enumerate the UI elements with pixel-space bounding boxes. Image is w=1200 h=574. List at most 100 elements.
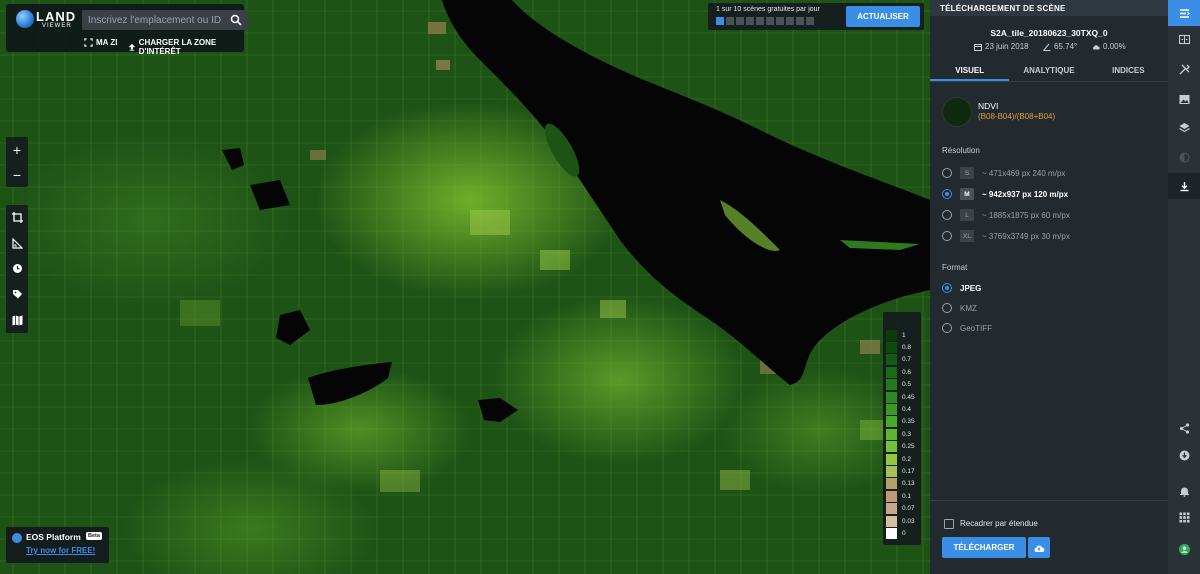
tools-button[interactable]	[1168, 56, 1200, 82]
globe-icon	[16, 10, 34, 28]
tab-visuel[interactable]: VISUEL	[930, 59, 1010, 81]
legend-swatch	[886, 466, 897, 478]
tab-analytique[interactable]: ANALYTIQUE	[1009, 59, 1088, 81]
panel-title: TÉLÉCHARGEMENT DE SCÈNE	[940, 4, 1066, 13]
map-style-button[interactable]	[6, 307, 28, 333]
legend-row: 0.35	[886, 416, 918, 428]
notifications-button[interactable]	[1168, 478, 1200, 504]
crop-extent-checkbox[interactable]	[944, 519, 954, 529]
legend-value: 0.13	[902, 480, 915, 488]
scene-usage-dot	[756, 17, 764, 25]
menu-icon	[1179, 8, 1190, 18]
legend-value: 0.8	[902, 344, 912, 352]
resolution-option[interactable]: S ~ 471x469 px 240 m/px	[942, 166, 1065, 180]
zoom-out-button[interactable]: −	[6, 162, 28, 187]
resolution-text: ~ 3769x3749 px 30 m/px	[982, 231, 1070, 241]
scene-angle: 65.74°	[1043, 42, 1077, 51]
scene-usage-dot	[786, 17, 794, 25]
aoi-icon	[84, 38, 93, 47]
tab-indices[interactable]: INDICES	[1089, 59, 1168, 81]
legend-row: 0.13	[886, 478, 918, 490]
resolution-text: ~ 1885x1875 px 60 m/px	[982, 210, 1070, 220]
index-formula: (B08-B04)/(B08+B04)	[978, 112, 1056, 121]
resolution-option[interactable]: L ~ 1885x1875 px 60 m/px	[942, 208, 1070, 222]
legend-row: 0.2	[886, 453, 918, 465]
legend-value: 0.03	[902, 517, 915, 525]
size-badge: M	[960, 188, 974, 200]
search-icon[interactable]	[230, 14, 242, 26]
legend-row: 0.4	[886, 403, 918, 416]
legend-row: 0.6	[886, 366, 918, 378]
panel-header: TÉLÉCHARGEMENT DE SCÈNE	[930, 0, 1168, 16]
cloud-upload-icon	[1034, 545, 1045, 552]
size-badge: S	[960, 167, 974, 179]
upload-aoi-button[interactable]: CHARGER LA ZONE D'INTÉRÊT	[128, 38, 244, 56]
radio-button[interactable]	[942, 283, 952, 293]
tag-tool-button[interactable]	[6, 282, 28, 308]
legend-swatch	[886, 490, 897, 502]
crop-icon	[11, 212, 23, 224]
crop-tool-button[interactable]	[6, 205, 28, 231]
zoom-in-button[interactable]: +	[6, 137, 28, 162]
compare-icon	[1178, 34, 1190, 44]
radio-button[interactable]	[942, 210, 952, 220]
share-button[interactable]	[1168, 415, 1200, 441]
divider	[930, 81, 1168, 82]
format-option[interactable]: GeoTIFF	[942, 321, 992, 335]
my-aoi-button[interactable]: MA ZI	[84, 38, 117, 47]
format-option[interactable]: KMZ	[942, 301, 977, 315]
radio-button[interactable]	[942, 303, 952, 313]
menu-button[interactable]	[1168, 0, 1200, 26]
radio-button[interactable]	[942, 168, 952, 178]
timelapse-tool-button[interactable]	[6, 256, 28, 282]
compare-button[interactable]	[1168, 26, 1200, 52]
ruler-icon	[11, 237, 23, 249]
resolution-option[interactable]: XL ~ 3769x3749 px 30 m/px	[942, 229, 1070, 243]
contrast-button[interactable]	[1168, 144, 1200, 170]
download-button[interactable]: TÉLÉCHARGER	[942, 537, 1026, 558]
legend-row: 0.25	[886, 441, 918, 453]
layers-button[interactable]	[1168, 114, 1200, 140]
apps-button[interactable]	[1168, 504, 1200, 530]
legend-row: 0.45	[886, 391, 918, 403]
header-box: LAND VIEWER MA ZI CHARGER LA ZONE D'INTÉ…	[6, 4, 248, 56]
cloud-download-button[interactable]	[1028, 537, 1050, 558]
resolution-text: ~ 471x469 px 240 m/px	[982, 168, 1066, 178]
user-button[interactable]	[1168, 536, 1200, 562]
radio-button[interactable]	[942, 323, 952, 333]
scene-usage-dot	[736, 17, 744, 25]
scene-usage-dot	[766, 17, 774, 25]
panel-tabs: VISUEL ANALYTIQUE INDICES	[930, 59, 1168, 81]
land-viewer-logo[interactable]: LAND VIEWER	[16, 9, 75, 31]
update-button[interactable]: ACTUALISER	[846, 6, 920, 27]
legend-swatch	[886, 329, 897, 341]
legend-value: 0.07	[902, 505, 915, 513]
satellite-map[interactable]: LAND VIEWER MA ZI CHARGER LA ZONE D'INTÉ…	[0, 0, 930, 574]
radio-button[interactable]	[942, 231, 952, 241]
save-download-button[interactable]	[1168, 442, 1200, 468]
legend-value: 0.17	[902, 468, 915, 476]
ndvi-thumbnail[interactable]	[942, 97, 972, 127]
my-aoi-label: MA ZI	[96, 38, 118, 47]
legend-value: 0.45	[902, 393, 915, 401]
resolution-option[interactable]: M ~ 942x937 px 120 m/px	[942, 187, 1068, 201]
legend-row: 0.17	[886, 465, 918, 478]
image-button[interactable]	[1168, 86, 1200, 112]
zoom-control: + −	[6, 137, 28, 187]
measure-tool-button[interactable]	[6, 231, 28, 257]
legend-swatch	[886, 379, 897, 391]
contrast-icon	[1178, 151, 1190, 163]
upload-icon	[128, 43, 136, 51]
divider	[930, 500, 1168, 501]
radio-button[interactable]	[942, 189, 952, 199]
scene-download-panel: TÉLÉCHARGEMENT DE SCÈNE S2A_tile_2018062…	[930, 0, 1168, 574]
clock-icon	[12, 264, 22, 274]
download-panel-button[interactable]	[1168, 173, 1200, 199]
search-input[interactable]	[82, 10, 222, 31]
try-free-link[interactable]: Try now for FREE!	[26, 546, 95, 555]
legend-swatch	[886, 342, 897, 354]
legend-row: 0.07	[886, 503, 918, 515]
format-option[interactable]: JPEG	[942, 281, 981, 295]
legend-value: 0.4	[902, 406, 912, 414]
legend-value: 0.6	[902, 368, 912, 376]
